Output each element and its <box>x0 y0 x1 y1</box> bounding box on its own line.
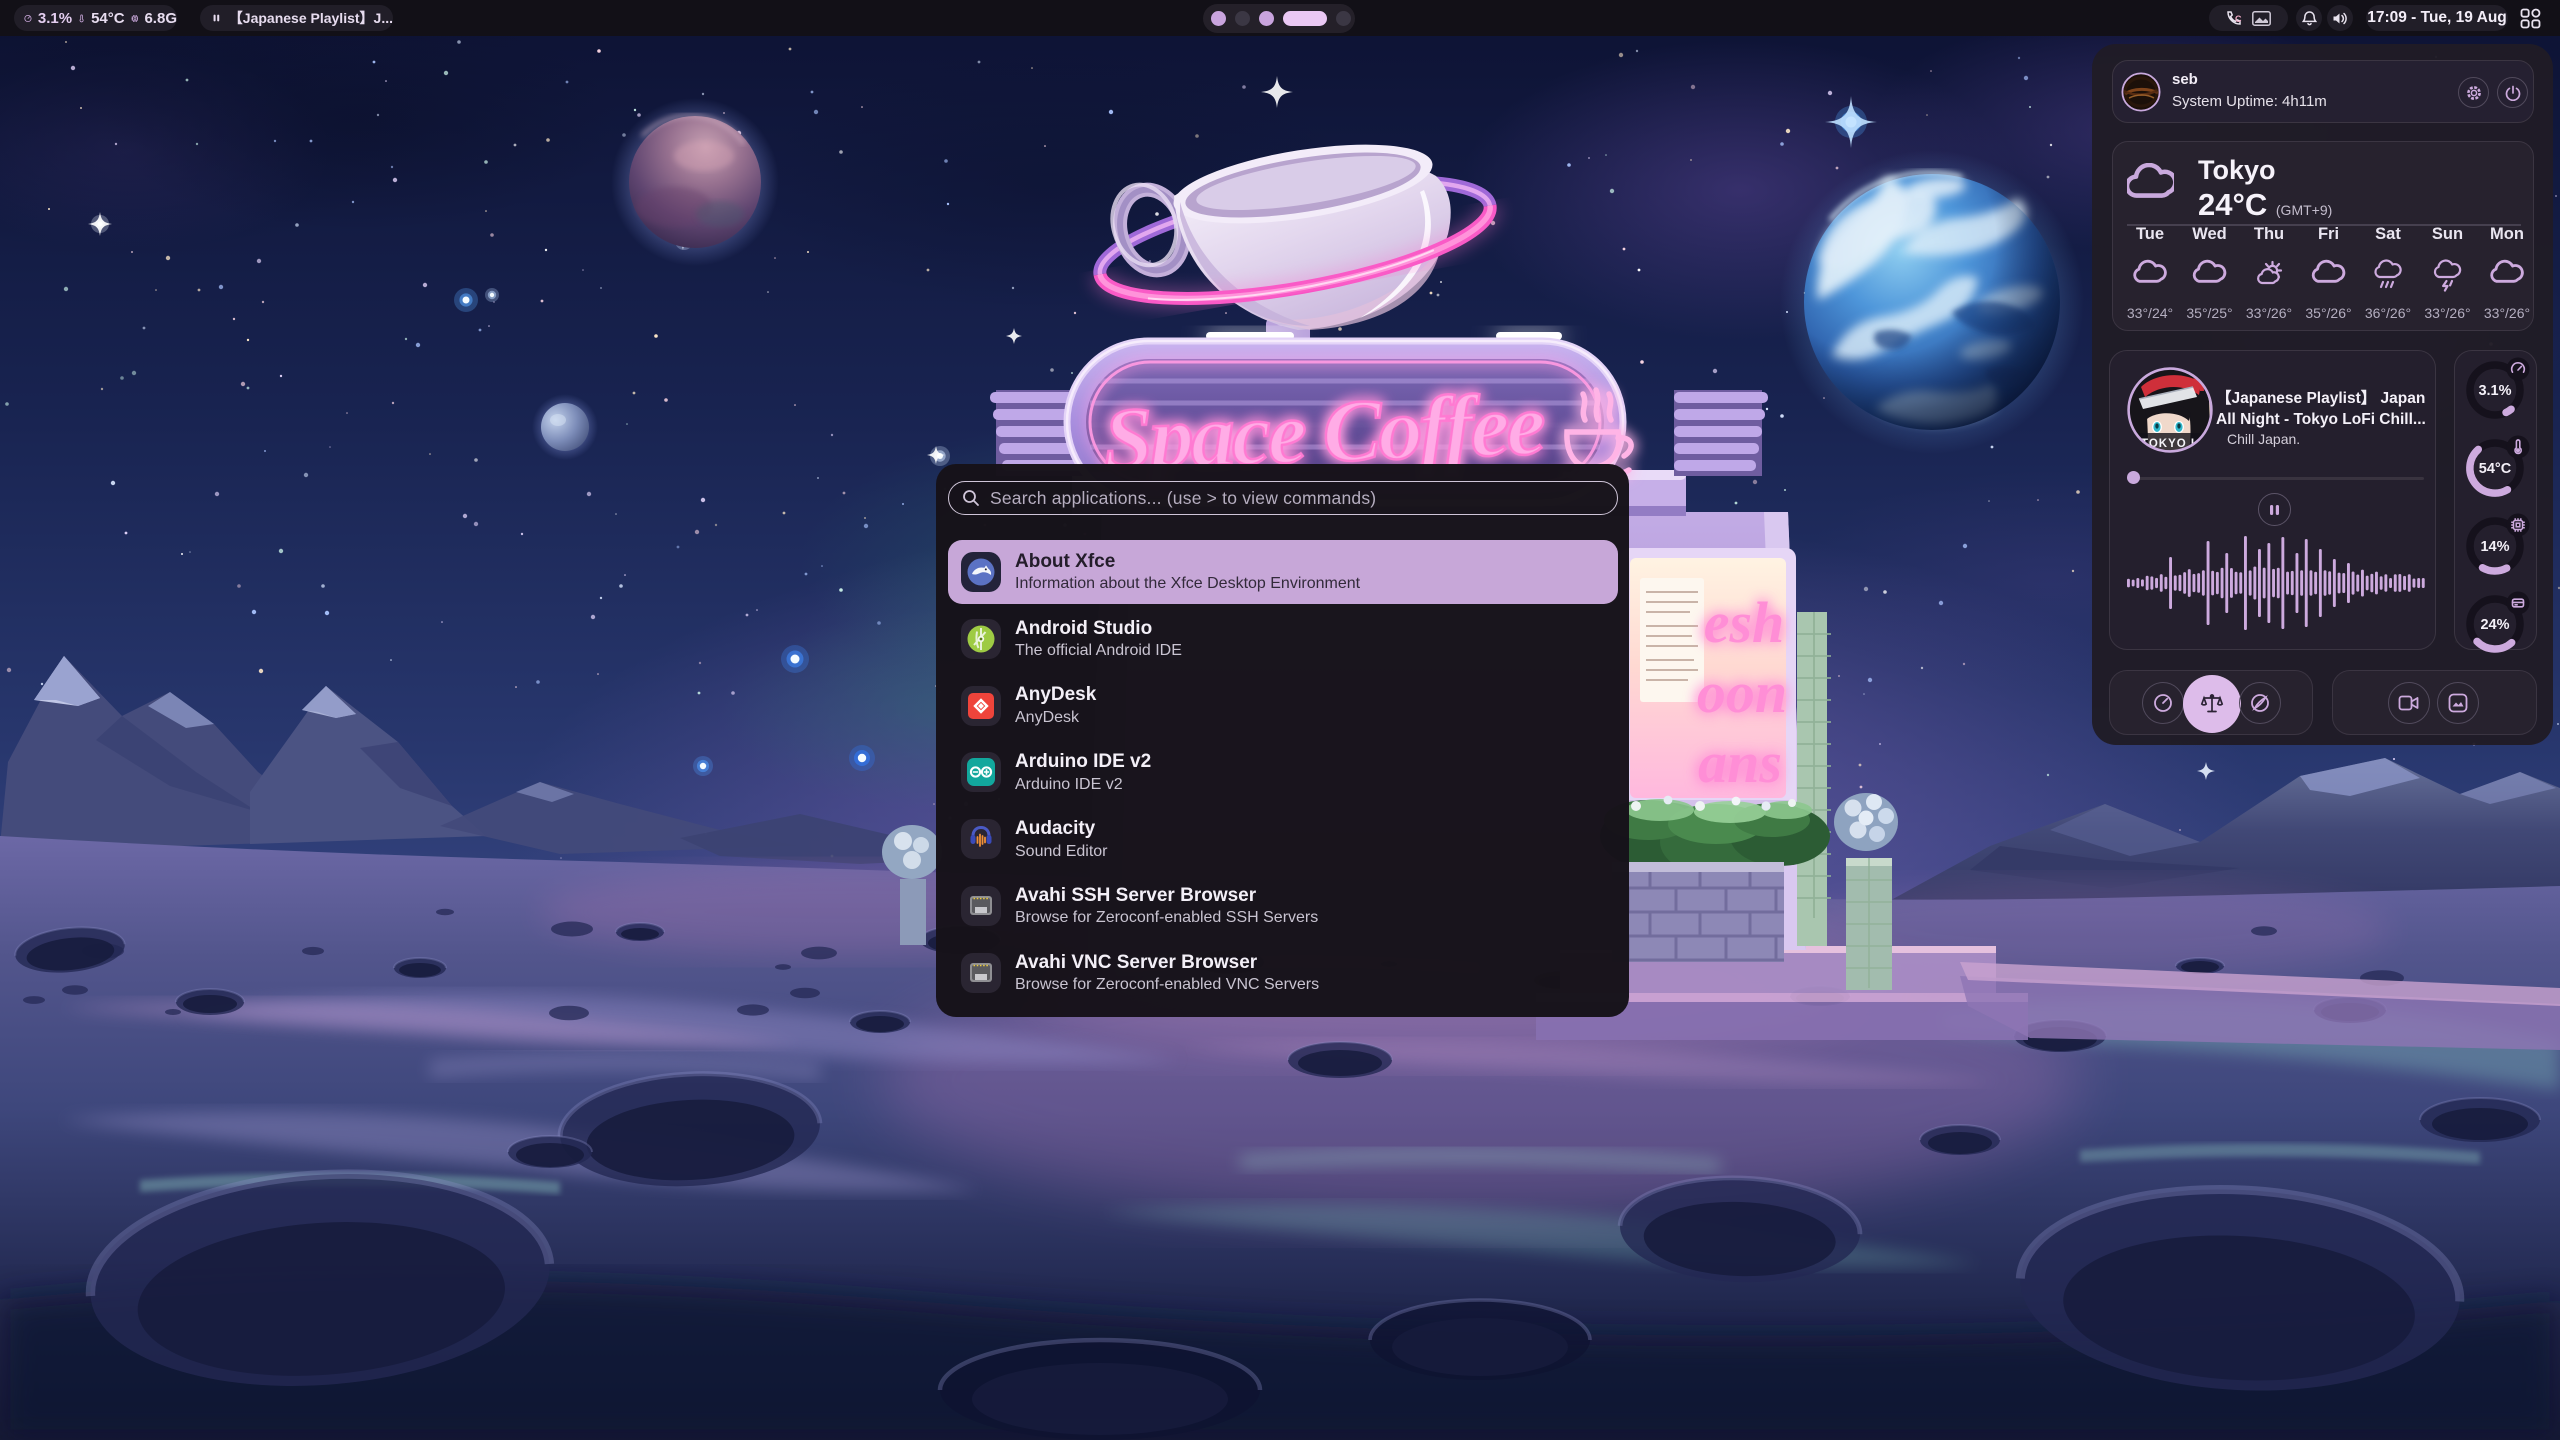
svg-text:35°/25°: 35°/25° <box>2186 305 2232 321</box>
svg-text:Thu: Thu <box>2254 225 2284 243</box>
svg-text:ans: ans <box>1698 730 1782 795</box>
svg-text:TOKYO L: TOKYO L <box>2141 438 2199 450</box>
svg-text:24%: 24% <box>2480 617 2509 633</box>
svg-text:C: C <box>2235 14 2242 24</box>
svg-text:Tue: Tue <box>2136 225 2164 243</box>
svg-text:33°/26°: 33°/26° <box>2424 305 2470 321</box>
svg-text:3.1%: 3.1% <box>2478 383 2511 399</box>
svg-text:Fri: Fri <box>2318 225 2339 243</box>
svg-text:Sat: Sat <box>2375 225 2401 243</box>
svg-text:Mon: Mon <box>2490 225 2524 243</box>
svg-text:33°/26°: 33°/26° <box>2484 305 2530 321</box>
svg-text:Wed: Wed <box>2192 225 2227 243</box>
svg-text:14%: 14% <box>2480 539 2509 555</box>
svg-text:Sun: Sun <box>2432 225 2463 243</box>
svg-text:oon: oon <box>1697 660 1787 725</box>
svg-text:esh: esh <box>1704 590 1785 655</box>
svg-text:33°/26°: 33°/26° <box>2246 305 2292 321</box>
svg-text:35°/26°: 35°/26° <box>2305 305 2351 321</box>
svg-text:33°/24°: 33°/24° <box>2127 305 2173 321</box>
svg-text:54°C: 54°C <box>2479 461 2512 477</box>
svg-text:36°/26°: 36°/26° <box>2365 305 2411 321</box>
